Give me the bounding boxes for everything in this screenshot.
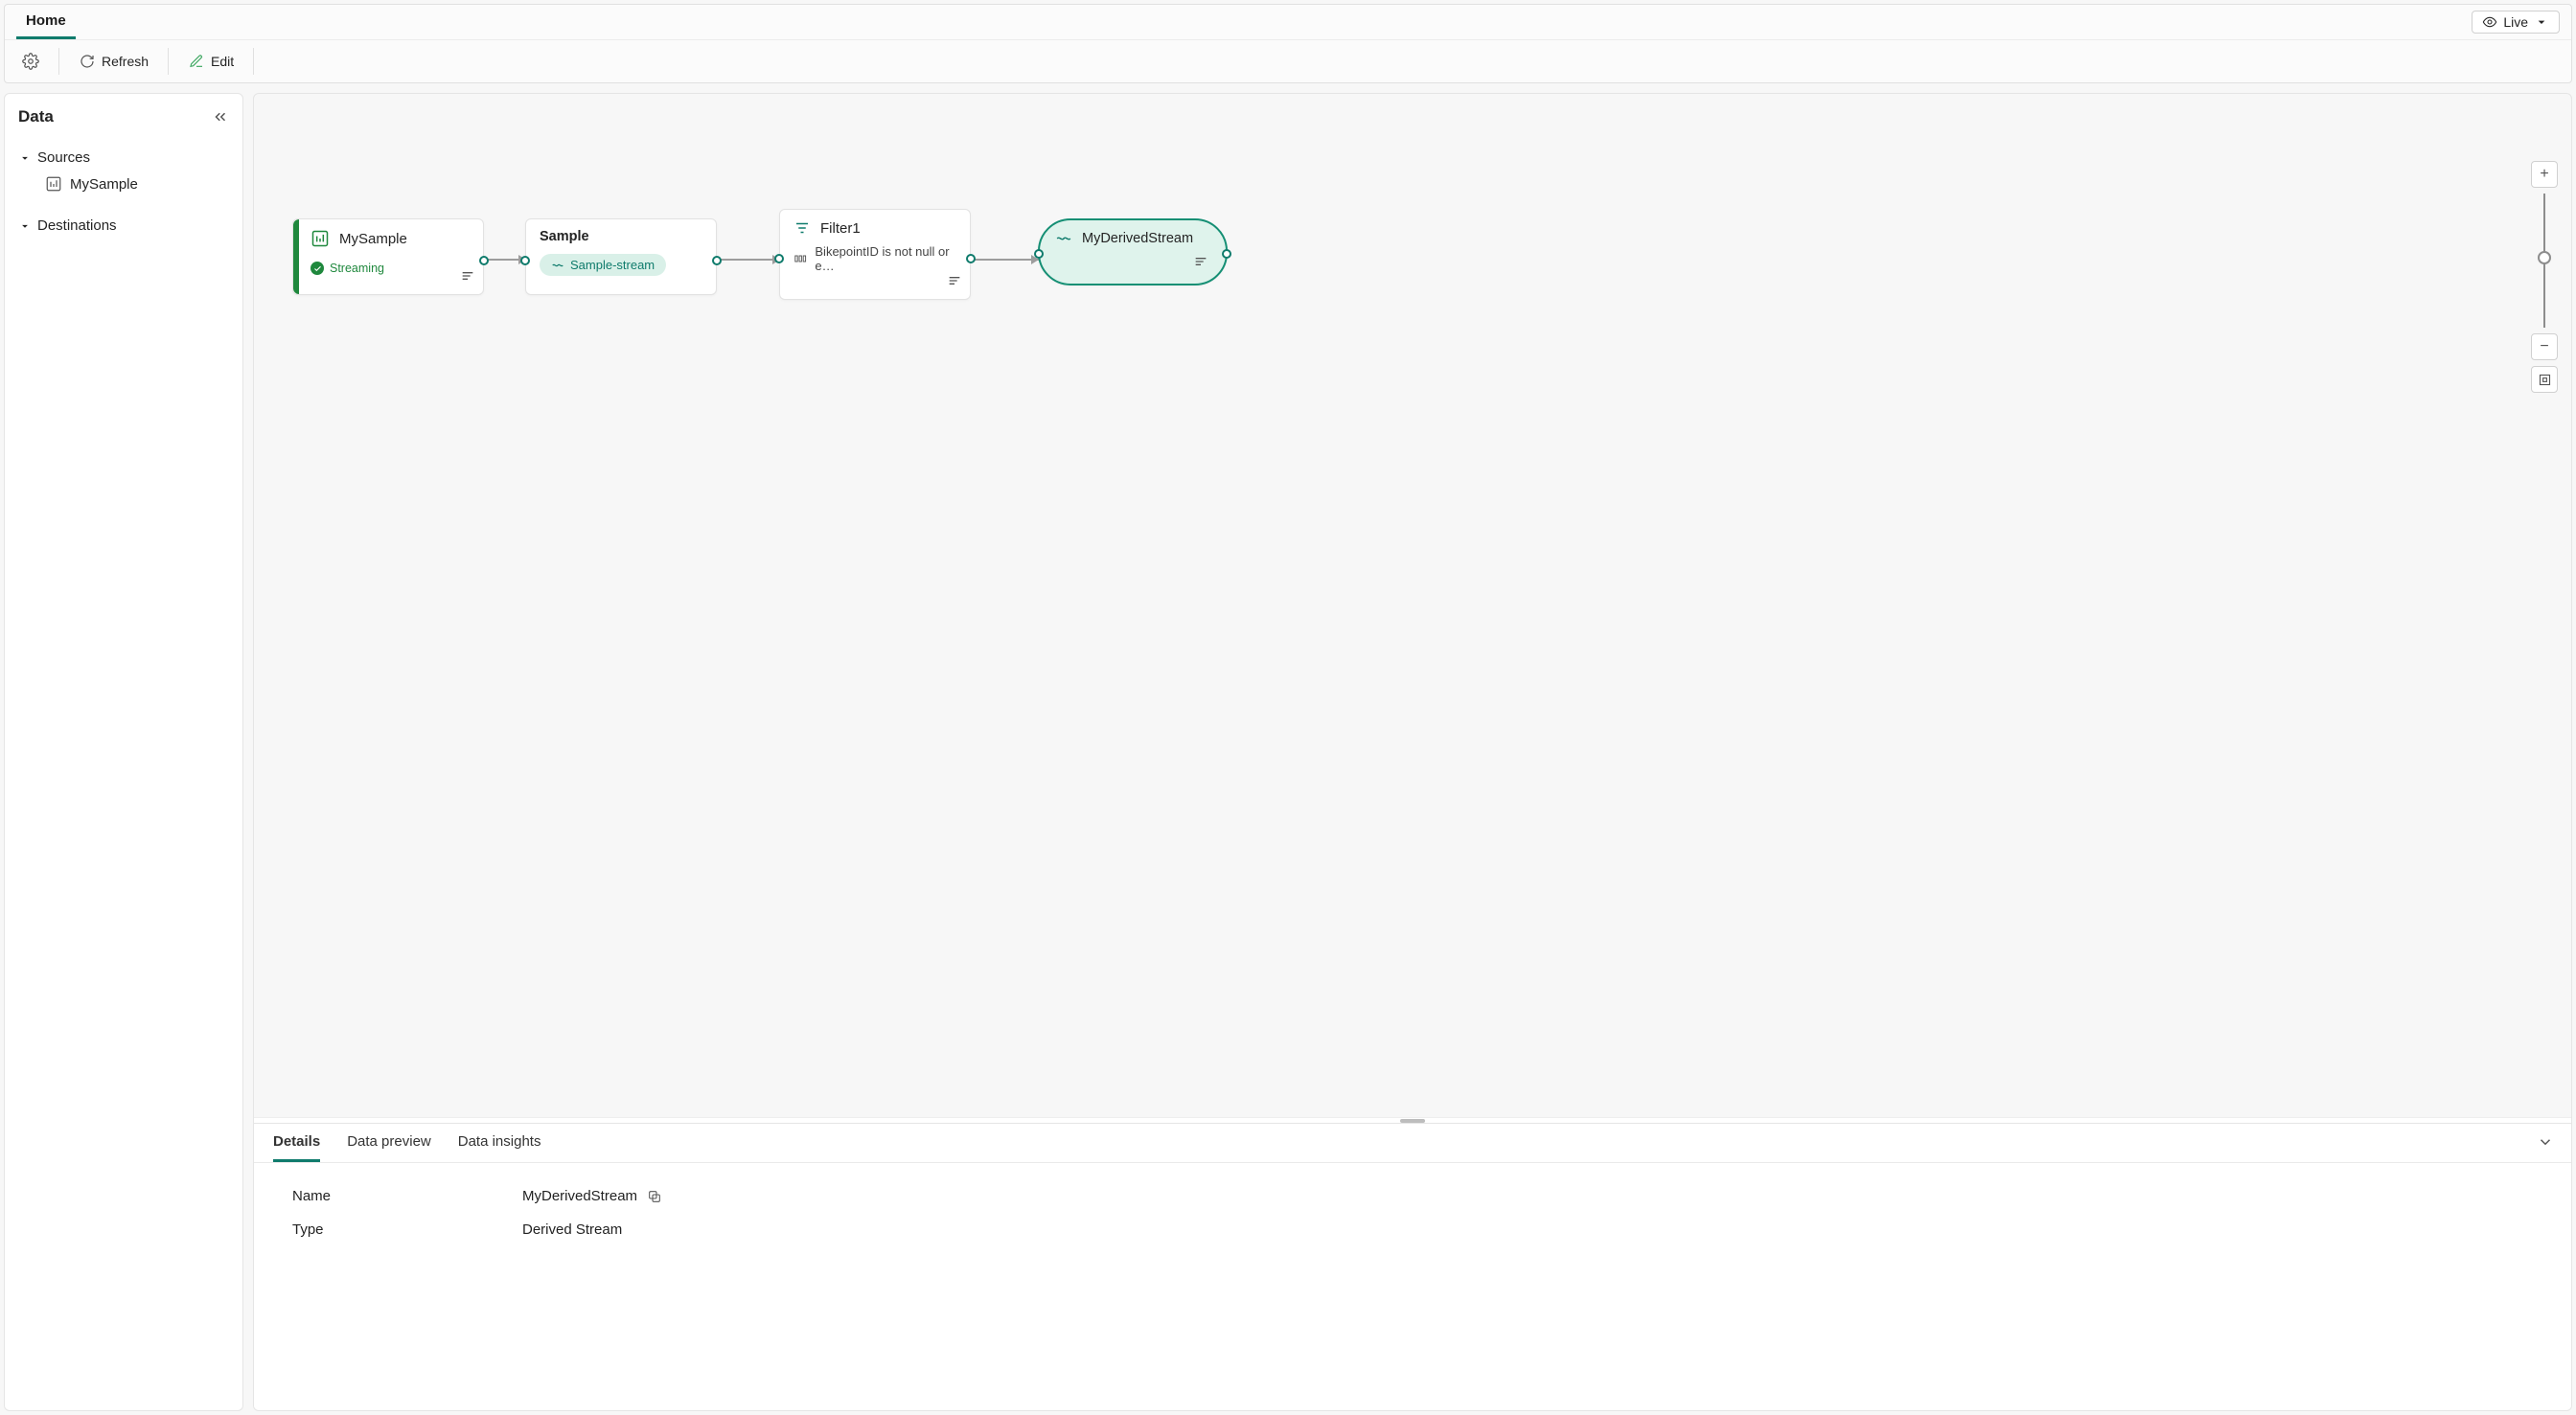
destinations-label: Destinations xyxy=(37,217,117,234)
stream-icon xyxy=(551,259,564,272)
filter-icon xyxy=(794,219,811,237)
collapse-bottom-icon[interactable] xyxy=(2537,1133,2554,1151)
node-source-mysample[interactable]: MySample Streaming xyxy=(292,218,484,295)
connection xyxy=(712,259,784,261)
fit-to-screen-button[interactable] xyxy=(2531,366,2558,393)
chip-label: Sample-stream xyxy=(570,258,655,272)
node-menu-icon[interactable] xyxy=(947,273,962,293)
data-panel: Data Sources MySample Destinations xyxy=(4,93,243,1411)
ribbon: Refresh Edit xyxy=(5,40,2571,82)
tab-details[interactable]: Details xyxy=(273,1133,320,1162)
edit-label: Edit xyxy=(211,54,234,69)
tree-item-label: MySample xyxy=(70,176,138,193)
node-output-port[interactable] xyxy=(712,256,722,265)
collapse-panel-icon[interactable] xyxy=(212,108,229,126)
node-output-port[interactable] xyxy=(966,254,976,263)
gear-icon xyxy=(22,53,39,70)
zoom-toolbar: + − xyxy=(2531,161,2558,393)
node-sample[interactable]: Sample Sample-stream xyxy=(525,218,717,295)
zoom-slider-rail[interactable] xyxy=(2543,194,2545,328)
chevron-down-icon xyxy=(2534,14,2549,30)
tree-header-destinations[interactable]: Destinations xyxy=(18,216,229,236)
ribbon-separator xyxy=(58,48,59,75)
refresh-icon xyxy=(79,53,96,70)
node-input-port[interactable] xyxy=(1034,249,1044,259)
zoom-slider-thumb[interactable] xyxy=(2538,251,2551,264)
node-output-port[interactable] xyxy=(1222,249,1231,259)
detail-value-type: Derived Stream xyxy=(522,1221,622,1238)
canvas-wrap: + − MySa xyxy=(253,93,2572,1411)
tab-data-preview[interactable]: Data preview xyxy=(347,1133,431,1162)
topbar: Home Live Refresh xyxy=(4,4,2572,83)
filter-expression: BikepointID is not null or e… xyxy=(815,244,956,273)
tab-data-insights[interactable]: Data insights xyxy=(458,1133,541,1162)
zoom-in-button[interactable]: + xyxy=(2531,161,2558,188)
mode-selector-live[interactable]: Live xyxy=(2472,11,2560,34)
connection xyxy=(966,259,1043,261)
sources-label: Sources xyxy=(37,149,90,166)
detail-value-name: MyDerivedStream xyxy=(522,1188,637,1204)
detail-label-type: Type xyxy=(292,1221,522,1238)
node-output-port[interactable] xyxy=(479,256,489,265)
node-title: Sample xyxy=(540,229,702,244)
zoom-out-button[interactable]: − xyxy=(2531,333,2558,360)
barchart-icon xyxy=(45,175,62,193)
column-icon xyxy=(794,251,807,266)
node-filter1[interactable]: Filter1 BikepointID is not null or e… xyxy=(779,209,971,300)
node-derived-stream[interactable]: MyDerivedStream xyxy=(1038,218,1228,285)
fit-icon xyxy=(2538,373,2552,387)
ribbon-separator xyxy=(168,48,169,75)
mode-selector-label: Live xyxy=(2503,14,2528,30)
tree-header-sources[interactable]: Sources xyxy=(18,148,229,168)
chevron-down-icon xyxy=(18,219,32,233)
copy-icon[interactable] xyxy=(647,1189,662,1204)
details-body: Name MyDerivedStream Type Derived Stream xyxy=(254,1163,2571,1263)
refresh-button[interactable]: Refresh xyxy=(71,49,156,74)
status-ok-icon xyxy=(310,262,324,275)
node-title: Filter1 xyxy=(820,220,861,237)
settings-button[interactable] xyxy=(14,49,47,74)
detail-label-name: Name xyxy=(292,1188,522,1204)
stream-icon xyxy=(1055,230,1072,247)
data-panel-title: Data xyxy=(18,107,54,126)
barchart-icon xyxy=(310,229,330,248)
node-input-port[interactable] xyxy=(774,254,784,263)
tree-item-mysample[interactable]: MySample xyxy=(18,168,229,200)
eye-icon xyxy=(2482,14,2497,30)
node-menu-icon[interactable] xyxy=(1193,254,1208,274)
stream-chip[interactable]: Sample-stream xyxy=(540,254,666,276)
refresh-label: Refresh xyxy=(102,54,149,69)
edit-button[interactable]: Edit xyxy=(180,49,242,74)
node-title: MyDerivedStream xyxy=(1082,231,1193,246)
flow-canvas[interactable]: + − MySa xyxy=(254,94,2571,1117)
chevron-down-icon xyxy=(18,151,32,165)
ribbon-separator xyxy=(253,48,254,75)
bottom-panel: Details Data preview Data insights Name … xyxy=(254,1123,2571,1410)
node-menu-icon[interactable] xyxy=(460,268,475,288)
node-title: MySample xyxy=(339,231,407,247)
tab-home[interactable]: Home xyxy=(16,5,76,39)
edit-icon xyxy=(188,53,205,70)
node-input-port[interactable] xyxy=(520,256,530,265)
node-status: Streaming xyxy=(330,262,384,275)
